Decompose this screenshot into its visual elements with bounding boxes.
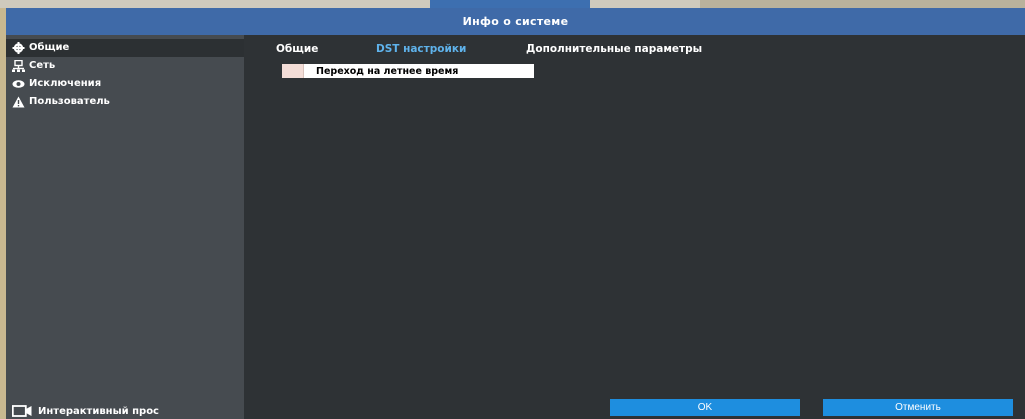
tab-general[interactable]: Общие: [276, 43, 318, 55]
desktop-background-right: [700, 0, 1025, 8]
gear-icon: [12, 42, 26, 54]
sidebar-item-user[interactable]: Пользователь: [6, 93, 244, 111]
ok-button[interactable]: OK: [610, 399, 800, 416]
tab-dst-settings[interactable]: DST настройки: [376, 43, 466, 55]
dst-checkbox-row[interactable]: Переход на летнее время: [282, 64, 534, 78]
warning-icon: [12, 96, 26, 108]
sidebar: Общие Сеть Исключения Пользователь Интер…: [6, 35, 244, 419]
sidebar-item-general[interactable]: Общие: [6, 39, 244, 57]
network-icon: [12, 60, 26, 72]
desktop-background-blue: [430, 0, 590, 8]
sidebar-item-label: Общие: [29, 42, 70, 53]
live-view-label: Интерактивный прос: [38, 405, 159, 417]
dst-checkbox[interactable]: [282, 64, 304, 78]
tab-advanced[interactable]: Дополнительные параметры: [526, 43, 702, 55]
sidebar-item-label: Сеть: [29, 60, 56, 71]
system-info-window: Инфо о системе Общие Сеть Исключения Пол…: [6, 8, 1025, 419]
eye-icon: [12, 78, 26, 90]
sidebar-item-label: Исключения: [29, 78, 102, 89]
dst-checkbox-label: Переход на летнее время: [316, 65, 459, 77]
camera-icon: [11, 405, 32, 417]
live-view-button[interactable]: Интерактивный прос: [11, 403, 159, 419]
cancel-button[interactable]: Отменить: [823, 399, 1013, 416]
sidebar-item-label: Пользователь: [29, 96, 110, 107]
sidebar-item-exceptions[interactable]: Исключения: [6, 75, 244, 93]
window-title: Инфо о системе: [6, 8, 1025, 35]
sidebar-item-network[interactable]: Сеть: [6, 57, 244, 75]
